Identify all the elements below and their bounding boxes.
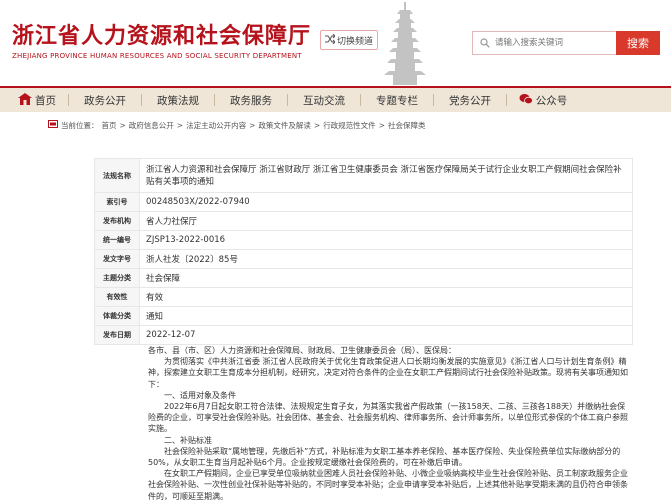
nav-item-interaction[interactable]: 互动交流 [288,88,360,112]
breadcrumb-item-statutory[interactable]: 法定主动公开内容 [186,120,246,131]
nav-label-home: 首页 [35,94,56,107]
greeting: 各市、县（市、区）人力资源和社会保障局、财政局、卫生健康委员会（局）、医保局： [148,346,456,355]
table-row: 主题分类 社会保障 [94,268,633,288]
info-value: 有效 [139,287,633,307]
info-label: 有效性 [94,287,140,307]
nav-item-services[interactable]: 政务服务 [215,88,287,112]
breadcrumb-item-home[interactable]: 首页 [102,120,117,131]
site-title: 浙江省人力资源和社会保障厅 [12,23,312,49]
nav-label-wechat: 公众号 [535,94,568,107]
info-value: 通知 [139,306,633,326]
shuffle-icon [324,33,336,47]
info-label: 发文字号 [94,249,140,269]
info-label: 发布日期 [94,325,140,345]
wechat-icon [519,93,533,108]
info-value: ZJSP13-2022-0016 [139,230,633,250]
info-value: 浙江省人力资源和社会保障厅 浙江省财政厅 浙江省卫生健康委员会 浙江省医疗保障局… [139,158,633,193]
location-icon [48,119,58,131]
table-row: 索引号 00248503X/2022-07940 [94,192,633,212]
table-row: 发布机构 省人力社保厅 [94,211,633,231]
breadcrumb-item-policy-docs[interactable]: 政策文件及解读 [258,120,311,131]
document-body: 各市、县（市、区）人力资源和社会保障局、财政局、卫生健康委员会（局）、医保局： … [148,345,628,502]
breadcrumb-separator: > [249,120,256,130]
info-value: 2022-12-07 [139,325,633,345]
breadcrumb-separator: > [313,120,321,130]
table-row: 体裁分类 通知 [94,306,633,326]
table-row: 发文字号 浙人社发〔2022〕85号 [94,249,633,269]
intro-paragraph: 为贯彻落实《中共浙江省委 浙江省人民政府关于优化生育政策促进人口长期均衡发展的实… [148,357,628,389]
info-label: 法规名称 [94,158,140,193]
document-info-table: 法规名称 浙江省人力资源和社会保障厅 浙江省财政厅 浙江省卫生健康委员会 浙江省… [94,158,633,345]
site-subtitle: ZHEJIANG PROVINCE HUMAN RESOURCES AND SO… [12,52,302,60]
nav-item-home[interactable]: 首页 [0,88,68,112]
breadcrumb-prefix: 当前位置： [61,120,99,130]
paragraph: 在女职工产假期间，企业已享受单位吸纳就业困难人员社会保险补贴、小微企业吸纳高校毕… [148,469,628,501]
info-value: 00248503X/2022-07940 [139,192,633,212]
info-value: 社会保障 [139,268,633,288]
info-label: 索引号 [94,192,140,212]
site-header: 浙江省人力资源和社会保障厅 ZHEJIANG PROVINCE HUMAN RE… [0,0,671,86]
breadcrumb-separator: > [176,120,184,130]
info-value: 省人力社保厅 [139,211,633,231]
paragraph: 社会保险补贴采取“属地管理，先缴后补”方式，补贴标准为女职工基本养老保险、基本医… [148,446,621,468]
table-row: 统一编号 ZJSP13-2022-0016 [94,230,633,250]
home-icon [18,92,32,108]
nav-item-special[interactable]: 专题专栏 [361,88,433,112]
info-label: 发布机构 [94,211,140,231]
search-button[interactable]: 搜索 [616,31,660,55]
breadcrumb-separator: > [119,120,126,130]
main-nav: 首页 政务公开 政策法规 政务服务 互动交流 专题专栏 党务公开 公众号 [0,86,671,112]
nav-item-wechat[interactable]: 公众号 [507,88,579,112]
table-row: 发布日期 2022-12-07 [94,325,633,345]
nav-item-policies[interactable]: 政策法规 [142,88,214,112]
breadcrumb-item-gov-info[interactable]: 政府信息公开 [129,120,174,131]
info-label: 统一编号 [94,230,140,250]
info-value: 浙人社发〔2022〕85号 [139,249,633,269]
breadcrumb-item-social-security[interactable]: 社会保障类 [388,120,426,131]
table-row: 法规名称 浙江省人力资源和社会保障厅 浙江省财政厅 浙江省卫生健康委员会 浙江省… [94,158,633,193]
pagoda-illustration [380,0,430,86]
switch-channel-button[interactable]: 切换频道 [320,30,378,50]
search-input[interactable] [493,37,607,49]
section-heading: 二、补贴标准 [164,435,212,445]
section-heading: 一、适用对象及条件 [164,390,236,400]
breadcrumb-item-normative[interactable]: 行政规范性文件 [323,120,376,131]
search-box [472,31,618,55]
nav-item-gov-affairs[interactable]: 政务公开 [69,88,141,112]
search-icon [477,38,493,48]
table-row: 有效性 有效 [94,287,633,307]
switch-channel-label: 切换频道 [336,36,373,47]
paragraph: 2022年6月7日起女职工符合法律、法规规定生育子女，为其落实我省产假政策（一孩… [148,402,628,434]
info-label: 主题分类 [94,268,140,288]
breadcrumb-separator: > [378,120,385,130]
info-label: 体裁分类 [94,306,140,326]
nav-item-party[interactable]: 党务公开 [434,88,506,112]
breadcrumb: 当前位置： 首页 > 政府信息公开 > 法定主动公开内容 > 政策文件及解读 >… [48,119,425,131]
